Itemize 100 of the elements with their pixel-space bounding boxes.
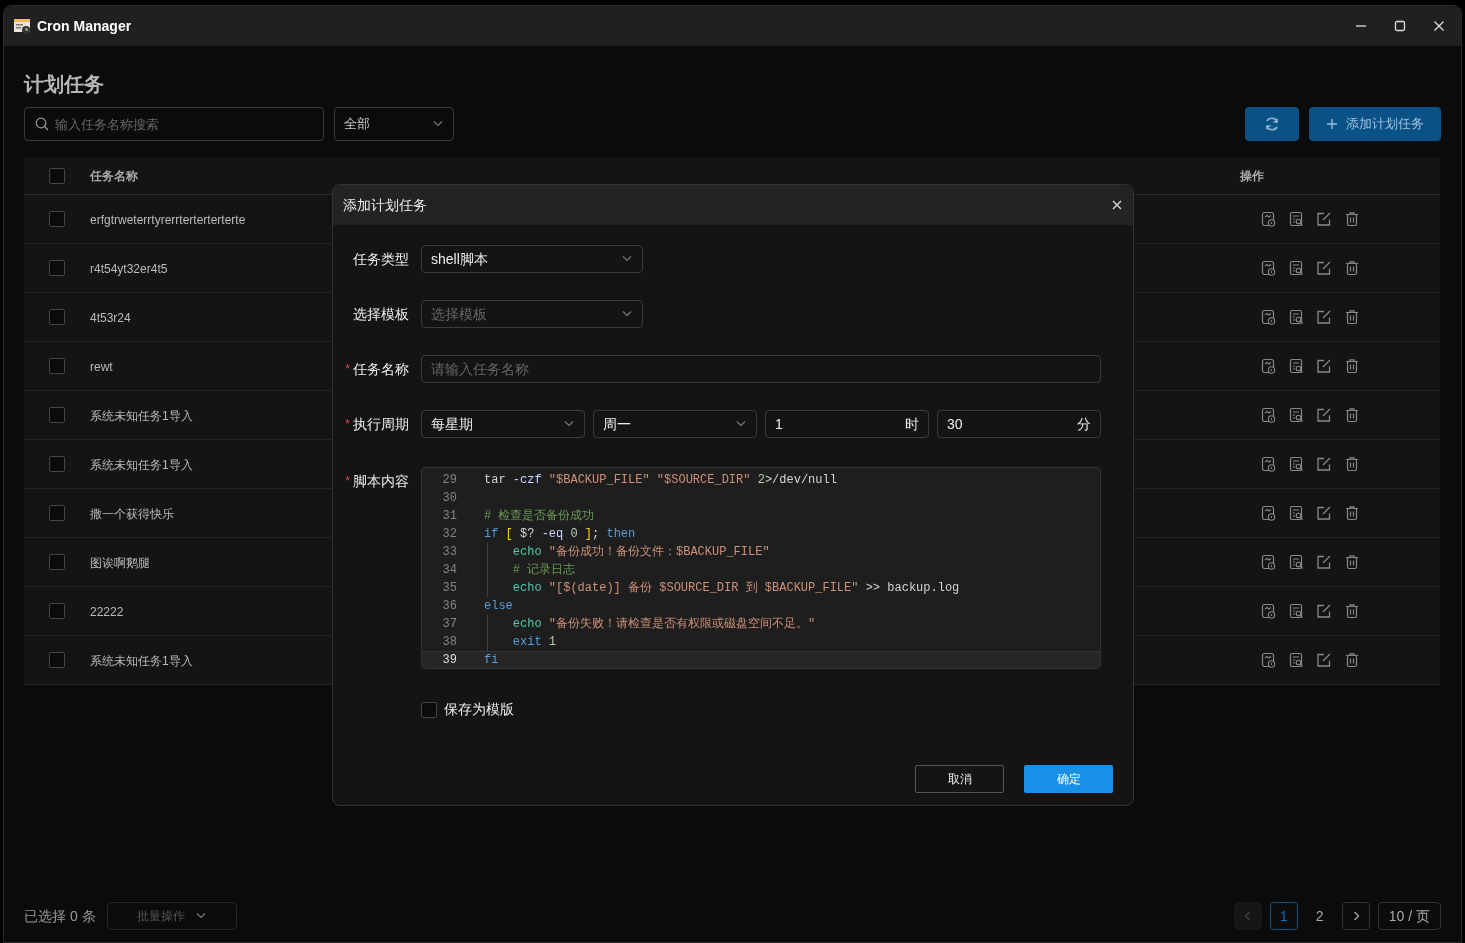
required-mark: *: [345, 361, 350, 378]
trash-icon[interactable]: [1344, 603, 1360, 619]
document-search-icon[interactable]: [1288, 456, 1304, 472]
row-checkbox[interactable]: [49, 260, 65, 276]
table-cell: erfgtrweterrtyrerrterterterterte: [90, 213, 246, 227]
chart-play-icon[interactable]: [1260, 211, 1276, 227]
chart-play-icon[interactable]: [1260, 505, 1276, 521]
trash-icon[interactable]: [1344, 554, 1360, 570]
trash-icon[interactable]: [1344, 358, 1360, 374]
add-task-button[interactable]: 添加计划任务: [1309, 107, 1441, 141]
column-header: 操作: [1240, 167, 1264, 185]
hour-field[interactable]: 1 时: [765, 410, 929, 438]
search-icon: [35, 117, 49, 131]
edit-icon[interactable]: [1316, 456, 1332, 472]
search-field[interactable]: 输入任务名称搜索: [24, 107, 324, 141]
unit-label: 分: [1077, 414, 1091, 434]
chart-play-icon[interactable]: [1260, 358, 1276, 374]
task-name-field[interactable]: 请输入任务名称: [421, 355, 1101, 383]
document-search-icon[interactable]: [1288, 505, 1304, 521]
unit-label: 时: [905, 414, 919, 434]
page-button[interactable]: 1: [1269, 902, 1298, 930]
close-icon[interactable]: [1433, 20, 1445, 32]
field-label: 脚本内容: [353, 471, 409, 491]
edit-icon[interactable]: [1316, 554, 1332, 570]
trash-icon[interactable]: [1344, 505, 1360, 521]
line-number: 37: [441, 616, 458, 633]
row-checkbox[interactable]: [49, 505, 65, 521]
refresh-button[interactable]: [1245, 107, 1299, 141]
row-checkbox[interactable]: [49, 358, 65, 374]
edit-icon[interactable]: [1316, 652, 1332, 668]
edit-icon[interactable]: [1316, 211, 1332, 227]
chart-play-icon[interactable]: [1260, 652, 1276, 668]
trash-icon[interactable]: [1344, 407, 1360, 423]
table-cell: 撒一个获得快乐: [90, 507, 174, 521]
refresh-icon: [1264, 116, 1280, 132]
chart-play-icon[interactable]: [1260, 554, 1276, 570]
table-cell: 系统未知任务1导入: [90, 458, 193, 472]
page-button[interactable]: 2: [1305, 902, 1334, 930]
trash-icon[interactable]: [1344, 211, 1360, 227]
code-line: tar -czf "$BACKUP_FILE" "$SOURCE_DIR" 2>/dev/null: [484, 472, 837, 489]
field-label: 执行周期: [353, 414, 409, 434]
edit-icon[interactable]: [1316, 358, 1332, 374]
document-search-icon[interactable]: [1288, 358, 1304, 374]
checkbox[interactable]: [421, 701, 437, 718]
chart-play-icon[interactable]: [1260, 407, 1276, 423]
document-search-icon[interactable]: [1288, 603, 1304, 619]
code-line: echo "备份成功！备份文件：$BACKUP_FILE": [511, 544, 770, 561]
line-number: 39: [441, 652, 458, 668]
document-search-icon[interactable]: [1288, 309, 1304, 325]
edit-icon[interactable]: [1316, 260, 1332, 276]
row-checkbox[interactable]: [49, 652, 65, 668]
table-cell: 系统未知任务1导入: [90, 409, 193, 423]
field-label: 选择模板: [353, 304, 409, 324]
chart-play-icon[interactable]: [1260, 603, 1276, 619]
line-number: 29: [441, 472, 458, 489]
code-editor[interactable]: [421, 467, 1101, 669]
document-search-icon[interactable]: [1288, 652, 1304, 668]
page-title: 计划任务: [24, 72, 104, 97]
line-number: 34: [441, 562, 458, 579]
trash-icon[interactable]: [1344, 260, 1360, 276]
chart-play-icon[interactable]: [1260, 309, 1276, 325]
table-cell: 系统未知任务1导入: [90, 654, 193, 668]
row-checkbox[interactable]: [49, 211, 65, 227]
document-search-icon[interactable]: [1288, 211, 1304, 227]
app-icon: [13, 17, 31, 35]
trash-icon[interactable]: [1344, 309, 1360, 325]
document-search-icon[interactable]: [1288, 407, 1304, 423]
filter-select[interactable]: 全部: [334, 107, 454, 141]
edit-icon[interactable]: [1316, 505, 1332, 521]
trash-icon[interactable]: [1344, 456, 1360, 472]
frequency-select[interactable]: 每星期: [421, 410, 585, 438]
weekday-select[interactable]: 周一: [593, 410, 757, 438]
row-checkbox[interactable]: [49, 554, 65, 570]
row-checkbox[interactable]: [49, 603, 65, 619]
cancel-button[interactable]: 取消: [915, 765, 1004, 793]
edit-icon[interactable]: [1316, 603, 1332, 619]
document-search-icon[interactable]: [1288, 260, 1304, 276]
column-header: 任务名称: [90, 167, 139, 185]
required-mark: *: [345, 416, 350, 433]
table-cell: r4t54yt32er4t5: [90, 262, 168, 276]
trash-icon[interactable]: [1344, 652, 1360, 668]
header-checkbox[interactable]: [49, 167, 65, 184]
selection-count: 已选择 0 条: [24, 906, 96, 926]
chart-play-icon[interactable]: [1260, 260, 1276, 276]
document-search-icon[interactable]: [1288, 554, 1304, 570]
maximize-icon[interactable]: [1394, 20, 1406, 32]
edit-icon[interactable]: [1316, 407, 1332, 423]
code-line: if [ $? -eq 0 ]; then: [484, 526, 636, 543]
dialog-title: 添加计划任务: [343, 195, 427, 215]
close-icon[interactable]: [1111, 199, 1123, 211]
minute-field[interactable]: 30 分: [937, 410, 1101, 438]
line-number: 32: [441, 526, 458, 543]
row-checkbox[interactable]: [49, 309, 65, 325]
page-size-select[interactable]: 10 / 页: [1377, 902, 1441, 930]
edit-icon[interactable]: [1316, 309, 1332, 325]
task-type-select[interactable]: shell脚本: [421, 245, 643, 273]
row-checkbox[interactable]: [49, 407, 65, 423]
plus-icon: [1326, 118, 1338, 130]
row-checkbox[interactable]: [49, 456, 65, 472]
chart-play-icon[interactable]: [1260, 456, 1276, 472]
